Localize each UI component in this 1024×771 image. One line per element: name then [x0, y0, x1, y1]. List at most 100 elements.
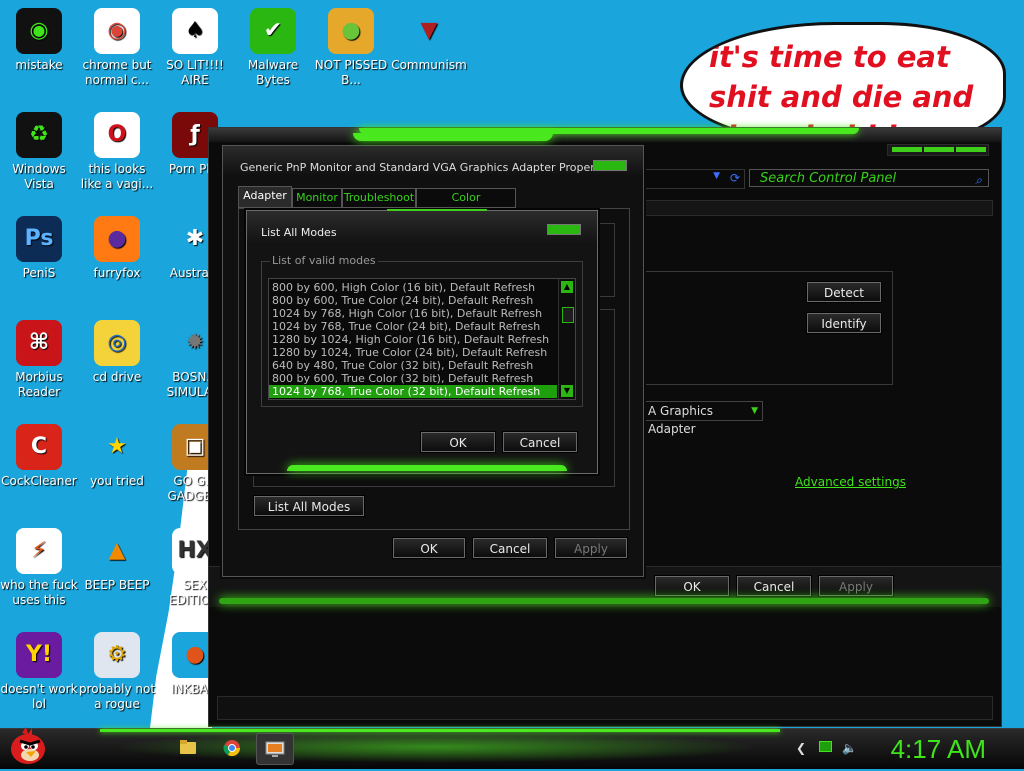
taskbar-display-settings[interactable]	[256, 733, 294, 765]
minimize-button[interactable]	[892, 147, 922, 152]
cancel-button[interactable]: Cancel	[736, 575, 812, 597]
modes-listbox[interactable]: 800 by 600, High Color (16 bit), Default…	[268, 278, 576, 400]
adapter-select-value: A Graphics Adapter	[648, 404, 714, 436]
network-icon[interactable]	[818, 741, 832, 755]
desktop-icon[interactable]: ⌘ Morbius Reader	[0, 320, 78, 400]
arrow-icon[interactable]: ❮	[794, 741, 808, 755]
mode-list-item[interactable]: 1280 by 1024, High Color (16 bit), Defau…	[269, 333, 557, 346]
desktop-icon[interactable]: ● furryfox	[78, 216, 156, 281]
search-input[interactable]: Search Control Panel ⌕	[749, 169, 989, 187]
cancel-button[interactable]: Cancel	[472, 537, 548, 559]
angry-pig-icon: ●	[328, 8, 374, 54]
taskbar-chrome[interactable]	[214, 733, 250, 763]
dialog-title: Generic PnP Monitor and Standard VGA Gra…	[240, 161, 615, 174]
scroll-thumb[interactable]	[562, 307, 574, 323]
desktop-icon[interactable]: ◉ mistake	[0, 8, 78, 73]
taskbar-glow	[110, 731, 760, 763]
chrome-icon: ◉	[94, 8, 140, 54]
vlc-cone-icon: ▲	[94, 528, 140, 574]
search-icon[interactable]: ⌕	[975, 171, 982, 189]
desktop-icon[interactable]: ♻ Windows Vista	[0, 112, 78, 192]
ok-button[interactable]: OK	[420, 431, 496, 453]
scroll-up-icon[interactable]: ▲	[561, 281, 573, 293]
volume-icon[interactable]: 🔈	[842, 741, 857, 755]
dialog-titlebar[interactable]: List All Modes	[247, 211, 597, 243]
desktop-icon-label: Morbius Reader	[15, 370, 63, 399]
window-controls[interactable]	[887, 144, 989, 156]
apply-button[interactable]: Apply	[818, 575, 894, 597]
desktop-icon-label: doesn't work lol	[0, 682, 78, 711]
status-strip	[217, 696, 993, 720]
desktop-icon[interactable]: ✔ Malware Bytes	[234, 8, 312, 88]
solitaire-cards-icon: ♠	[172, 8, 218, 54]
desktop-icon[interactable]: ◎ cd drive	[78, 320, 156, 385]
desktop-icon-label: Windows Vista	[12, 162, 66, 191]
desktop-icon-label: CockCleaner	[1, 474, 77, 488]
desktop-icon-label: cd drive	[92, 370, 142, 384]
tab-color-management[interactable]: Color Management	[416, 188, 516, 222]
refresh-icon[interactable]: ⟳	[730, 171, 740, 185]
cancel-button[interactable]: Cancel	[502, 431, 578, 453]
mode-list-item[interactable]: 800 by 600, True Color (32 bit), Default…	[269, 372, 557, 385]
recycle-bin-icon: ♻	[16, 112, 62, 158]
mode-list-item[interactable]: 1024 by 768, High Color (16 bit), Defaul…	[269, 307, 557, 320]
chevron-down-icon: ▼	[751, 406, 758, 416]
acrobat-reader-icon: ⌘	[16, 320, 62, 366]
cd-drive-icon: ◎	[94, 320, 140, 366]
display-settings-icon	[265, 741, 285, 757]
desktop-icon[interactable]: ◉ chrome but normal c...	[78, 8, 156, 88]
yahoo-messenger-icon: Y!	[16, 632, 62, 678]
desktop-icon[interactable]: ▼ Communism	[390, 8, 468, 73]
start-button[interactable]	[6, 725, 50, 767]
desktop-icon[interactable]: Othis looks like a vagi...	[78, 112, 156, 192]
desktop-icon[interactable]: ● NOT PISSED B...	[312, 8, 390, 88]
desktop-icon[interactable]: ★ you tried	[78, 424, 156, 489]
taskbar: ❮ 🔈 4:17 AM	[0, 725, 1024, 769]
adapter-select[interactable]: A Graphics Adapter ▼	[639, 401, 763, 436]
dialog-title: List All Modes	[261, 226, 337, 239]
desktop-icon-label: Malware Bytes	[247, 58, 299, 87]
identify-button[interactable]: Identify	[806, 312, 882, 334]
close-button[interactable]	[547, 224, 581, 235]
desktop-icon-label: SO LIT!!!! AIRE	[166, 58, 224, 87]
desktop-icon-label: this looks like a vagi...	[80, 162, 154, 191]
shield-check-icon: ✔	[250, 8, 296, 54]
angry-bird-icon	[11, 727, 45, 764]
scroll-down-icon[interactable]: ▼	[561, 385, 573, 397]
dialog-titlebar[interactable]: Generic PnP Monitor and Standard VGA Gra…	[223, 146, 643, 176]
ok-button[interactable]: OK	[654, 575, 730, 597]
desktop-icon-label: you tried	[90, 474, 144, 488]
desktop-icon[interactable]: ▲ BEEP BEEP	[78, 528, 156, 593]
scrollbar[interactable]: ▲ ▼	[558, 279, 575, 399]
taskbar-explorer[interactable]	[170, 733, 206, 763]
desktop-icon[interactable]: Y! doesn't work lol	[0, 632, 78, 712]
meme-sticker: it's time to eat shit and die and chew b…	[680, 22, 1006, 143]
detect-button[interactable]: Detect	[806, 281, 882, 303]
mode-list-item[interactable]: 1024 by 768, True Color (32 bit), Defaul…	[269, 385, 557, 398]
tab-adapter[interactable]: Adapter	[238, 186, 292, 208]
close-button[interactable]	[593, 160, 627, 171]
mode-list-item[interactable]: 640 by 480, True Color (32 bit), Default…	[269, 359, 557, 372]
close-button[interactable]	[956, 147, 986, 152]
valid-modes-group: List of valid modes 800 by 600, High Col…	[261, 254, 583, 407]
advanced-settings-link[interactable]: Advanced settings	[795, 475, 906, 489]
ok-button[interactable]: OK	[392, 537, 466, 559]
address-bar[interactable]: ▼ ⟳	[639, 169, 745, 189]
desktop-icon[interactable]: C CockCleaner	[0, 424, 78, 489]
mode-list-item[interactable]: 800 by 600, True Color (24 bit), Default…	[269, 294, 557, 307]
list-all-modes-button[interactable]: List All Modes	[253, 495, 365, 517]
mode-list-item[interactable]: 1024 by 768, True Color (24 bit), Defaul…	[269, 320, 557, 333]
mode-list-item[interactable]: 1280 by 1024, True Color (24 bit), Defau…	[269, 346, 557, 359]
apply-button[interactable]: Apply	[554, 537, 628, 559]
desktop-icon[interactable]: ♠ SO LIT!!!! AIRE	[156, 8, 234, 88]
tab-monitor[interactable]: Monitor	[292, 188, 342, 208]
desktop-icon[interactable]: ⚙ probably not a rogue	[78, 632, 156, 712]
desktop-icon[interactable]: ⚡ who the fuck uses this	[0, 528, 78, 608]
chevron-down-icon[interactable]: ▼	[713, 171, 720, 181]
desktop-icon[interactable]: Ps PeniS	[0, 216, 78, 281]
maximize-button[interactable]	[924, 147, 954, 152]
mode-list-item[interactable]: 800 by 600, High Color (16 bit), Default…	[269, 281, 557, 294]
tab-troubleshoot[interactable]: Troubleshoot	[342, 188, 416, 208]
desktop-icon-label: furryfox	[93, 266, 141, 280]
taskbar-clock[interactable]: 4:17 AM	[891, 733, 986, 765]
